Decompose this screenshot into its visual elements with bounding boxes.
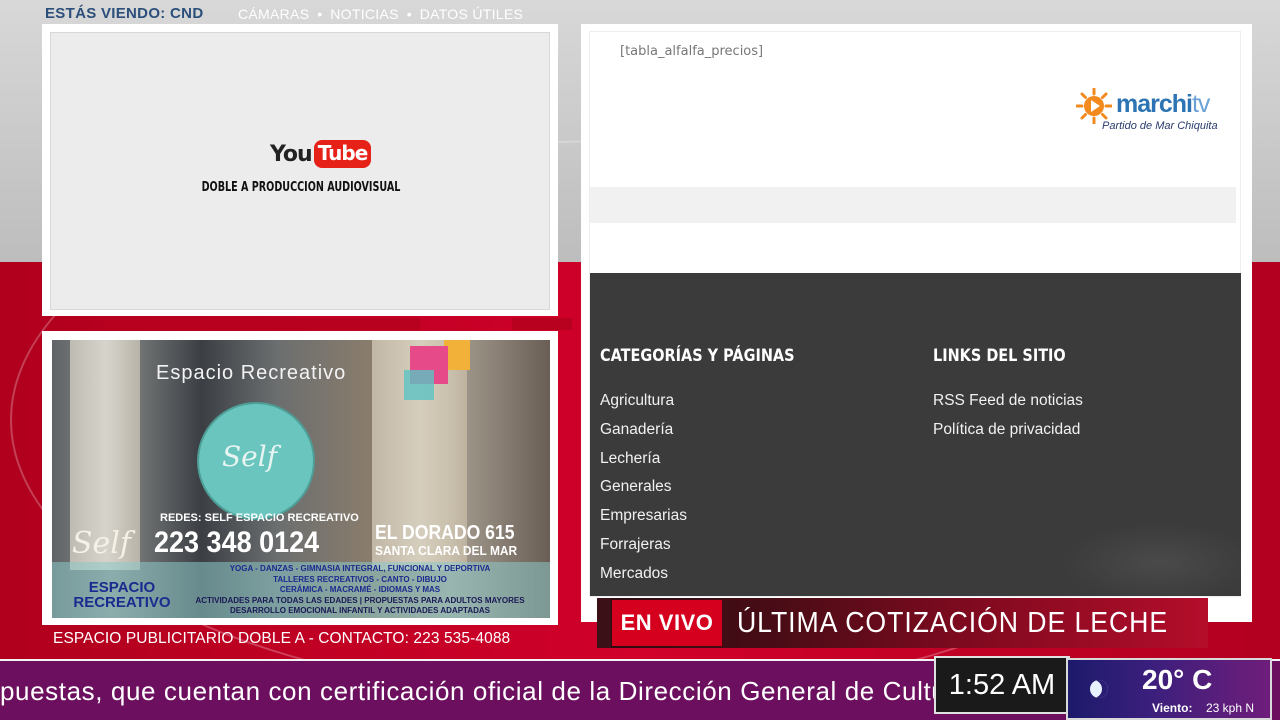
- marchi-tv-logo[interactable]: marchitv Partido de Mar Chiquita: [1074, 86, 1226, 136]
- video-panel: You Tube DOBLE A PRODUCCION AUDIOVISUAL: [42, 24, 558, 316]
- menu-item-noticias[interactable]: NOTICIAS: [330, 6, 399, 22]
- moon-icon: [1090, 680, 1108, 698]
- sun-play-icon: [1076, 88, 1112, 124]
- top-nav: ESTÁS VIENDO: CND CÁMARAS • NOTICIAS • D…: [0, 0, 1280, 26]
- weather-temperature: 20° C: [1142, 664, 1213, 695]
- ad-city: SANTA CLARA DEL MAR: [375, 543, 518, 558]
- footer-background-decoration: [1060, 523, 1241, 596]
- youtube-player[interactable]: You Tube DOBLE A PRODUCCION AUDIOVISUAL: [50, 32, 550, 310]
- clock-box: 1:52 AM: [934, 656, 1070, 714]
- ad-brand-line: RECREATIVO: [73, 594, 171, 611]
- clock-time: 1:52 AM: [948, 669, 1056, 701]
- ad-activity-line: DESARROLLO EMOCIONAL INFANTIL Y ACTIVIDA…: [229, 606, 490, 615]
- live-bar-accent: [597, 598, 611, 648]
- ad-activities: YOGA - DANZAS - GIMNASIA INTEGRAL, FUNCI…: [190, 564, 530, 617]
- price-table-shortcode: [tabla_alfalfa_precios]: [620, 44, 764, 59]
- menu-item-camaras[interactable]: CÁMARAS: [238, 6, 309, 22]
- marchi-brand-suffix: tv: [1191, 90, 1210, 118]
- now-watching-label: ESTÁS VIENDO: CND: [45, 5, 204, 22]
- ad-brand-script: Self: [72, 526, 132, 561]
- background-stripe: [512, 318, 572, 330]
- menu-separator: •: [406, 6, 412, 22]
- categories-title: CATEGORÍAS Y PÁGINAS: [600, 346, 795, 366]
- marchi-subtitle: Partido de Mar Chiquita: [1102, 120, 1218, 132]
- wind-value: 23 kph N: [1206, 701, 1255, 715]
- privacy-policy-link[interactable]: Política de privacidad: [933, 420, 1083, 449]
- live-headline: ÚLTIMA COTIZACIÓN DE LECHE: [737, 607, 1169, 639]
- wind-label: Viento:: [1152, 701, 1193, 715]
- video-caption: DOBLE A PRODUCCION AUDIOVISUAL: [201, 180, 401, 195]
- ad-social: REDES: SELF ESPACIO RECREATIVO: [160, 512, 359, 524]
- category-link-lecheria[interactable]: Lechería: [600, 449, 687, 478]
- ad-banner: Espacio Recreativo Self REDES: SELF ESPA…: [52, 340, 550, 618]
- live-badge: EN VIVO: [612, 600, 722, 646]
- background-stripe: [104, 318, 420, 330]
- category-link-mercados[interactable]: Mercados: [600, 564, 687, 593]
- category-link-agricultura[interactable]: Agricultura: [600, 391, 687, 420]
- category-link-forrajeras[interactable]: Forrajeras: [600, 535, 687, 564]
- ad-footer-contact: ESPACIO PUBLICITARIO DOBLE A - CONTACTO:…: [53, 630, 511, 647]
- self-logo-text: Self: [222, 440, 278, 473]
- categories-list: Agricultura Ganadería Lechería Generales…: [600, 391, 687, 593]
- category-link-generales[interactable]: Generales: [600, 477, 687, 506]
- ad-activity-line: CERÁMICA - MACRAMÉ - IDIOMAS Y MAS: [279, 585, 441, 594]
- logo-square-decoration: [404, 370, 434, 400]
- ad-activity-line: YOGA - DANZAS - GIMNASIA INTEGRAL, FUNCI…: [229, 564, 491, 573]
- marchi-brand: marchitv: [1116, 90, 1210, 119]
- youtube-logo-tube: Tube: [313, 140, 372, 168]
- ad-activity-line: ACTIVIDADES PARA TODAS LAS EDADES | PROP…: [195, 595, 525, 605]
- ad-brand-line: ESPACIO: [88, 579, 156, 596]
- top-menu: CÁMARAS • NOTICIAS • DATOS ÚTILES: [238, 6, 523, 22]
- menu-separator: •: [317, 6, 323, 22]
- ad-title: Espacio Recreativo: [156, 362, 347, 384]
- ad-phone: 223 348 0124: [154, 526, 320, 559]
- youtube-logo-icon: You Tube: [270, 140, 372, 168]
- ad-address: EL DORADO 615: [375, 522, 515, 544]
- ad-activity-line: TALLERES RECREATIVOS - CANTO - DIBUJO: [273, 574, 447, 584]
- youtube-logo-you: You: [270, 141, 313, 167]
- ad-brand-name: ESPACIO RECREATIVO: [70, 580, 174, 610]
- links-title: LINKS DEL SITIO: [933, 346, 1066, 366]
- ticker-text: puestas, que cuentan con certificación o…: [0, 676, 971, 706]
- site-footer: CATEGORÍAS Y PÁGINAS Agricultura Ganader…: [590, 273, 1241, 596]
- rss-feed-link[interactable]: RSS Feed de noticias: [933, 391, 1083, 420]
- links-list: RSS Feed de noticias Política de privaci…: [933, 391, 1083, 449]
- menu-item-datos-utiles[interactable]: DATOS ÚTILES: [420, 6, 523, 22]
- ad-panel: Espacio Recreativo Self REDES: SELF ESPA…: [42, 331, 558, 625]
- category-link-ganaderia[interactable]: Ganadería: [600, 420, 687, 449]
- content-placeholder-band: [590, 187, 1236, 223]
- marchi-brand-name: marchi: [1116, 90, 1193, 118]
- category-link-empresarias[interactable]: Empresarias: [600, 506, 687, 535]
